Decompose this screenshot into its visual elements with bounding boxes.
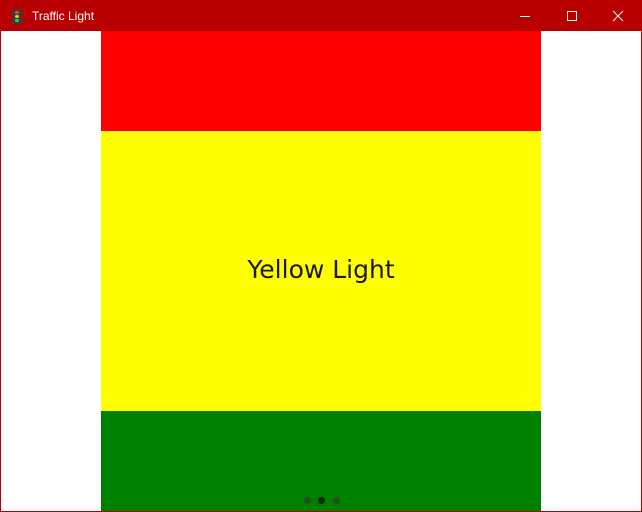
traffic-light-icon [12, 9, 22, 24]
window-title: Traffic Light [32, 9, 95, 23]
close-button[interactable] [595, 1, 641, 31]
pager-indicator [302, 496, 342, 506]
close-icon [612, 10, 624, 22]
red-light-panel [101, 31, 541, 131]
maximize-button[interactable] [549, 1, 595, 31]
yellow-light-label: Yellow Light [247, 255, 395, 284]
minimize-button[interactable] [502, 1, 548, 31]
minimize-icon [520, 16, 530, 17]
maximize-icon [567, 11, 577, 21]
pager-dot[interactable] [333, 497, 340, 504]
traffic-light-carousel[interactable]: Yellow Light [101, 31, 541, 511]
green-light-panel [101, 411, 541, 511]
client-area: Yellow Light [1, 31, 641, 511]
title-bar[interactable]: Traffic Light [1, 1, 641, 31]
pager-dot-active[interactable] [318, 497, 325, 504]
app-window: Traffic Light Yellow Light [0, 0, 642, 512]
yellow-light-panel: Yellow Light [101, 131, 541, 411]
pager-dot[interactable] [304, 497, 311, 504]
